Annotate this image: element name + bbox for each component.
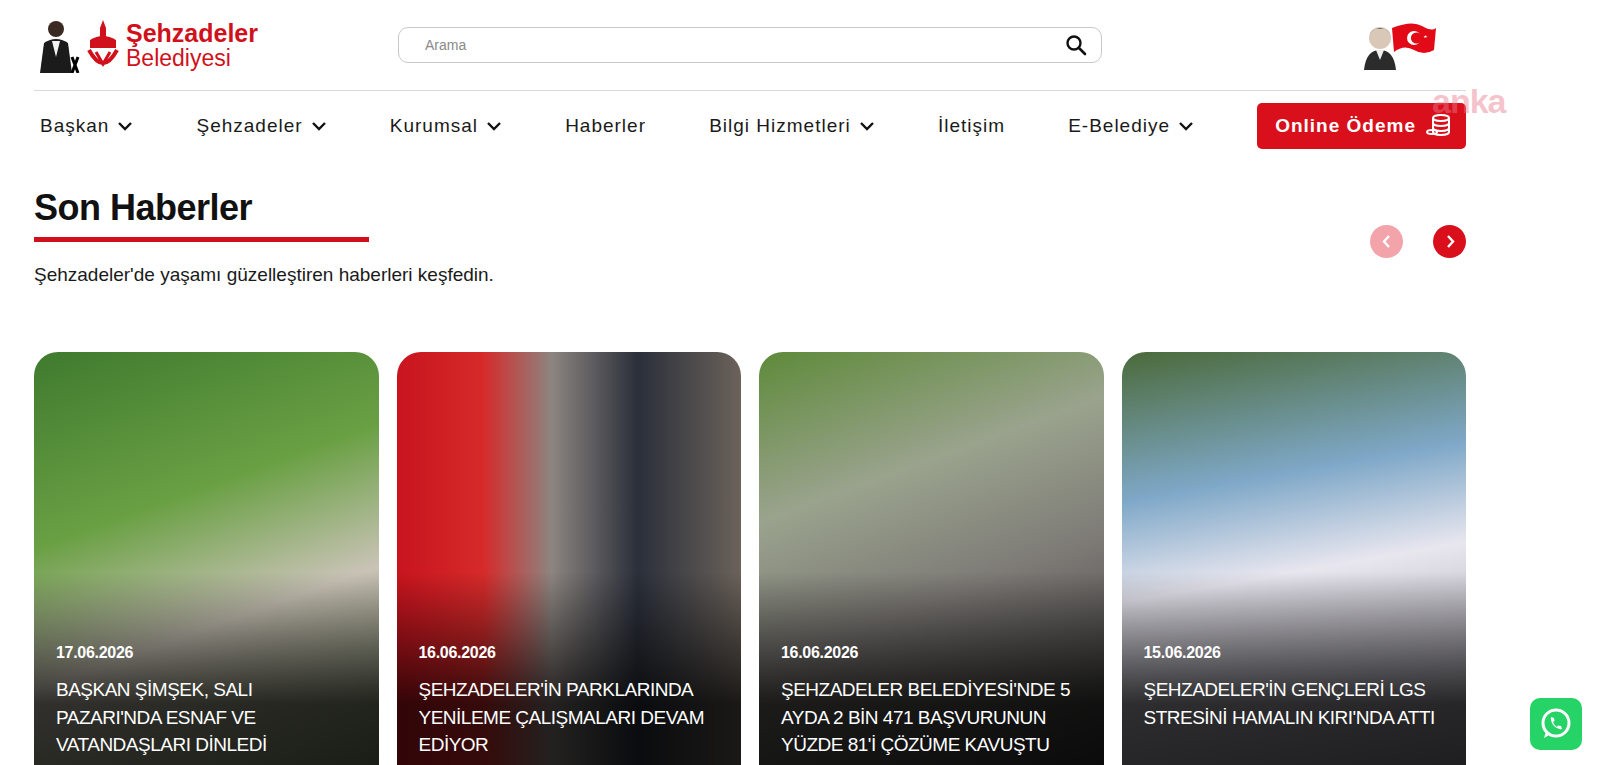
nav-item[interactable]: E-Belediye: [1068, 115, 1194, 137]
chevron-down-icon: [486, 120, 502, 132]
news-card-body: 16.06.2026 ŞEHZADELER'İN PARKLARINDA YENİ…: [397, 352, 742, 759]
nav-item[interactable]: Şehzadeler: [197, 115, 327, 137]
news-subtitle: Şehzadeler'de yaşamı güzelleştiren haber…: [34, 264, 494, 286]
flag-area: [1166, 20, 1466, 70]
chevron-down-icon: [117, 120, 133, 132]
news-heading-group: Son Haberler Şehzadeler'de yaşamı güzelle…: [34, 187, 494, 286]
logo-text: ŞehzadelerBelediyesi: [126, 20, 258, 70]
news-card-title: ŞEHZADELER BELEDİYESİ'NDE 5 AYDA 2 BİN 4…: [781, 676, 1084, 759]
news-card[interactable]: 16.06.2026 ŞEHZADELER'İN PARKLARINDA YENİ…: [397, 352, 742, 765]
news-card-body: 15.06.2026 ŞEHZADELER'İN GENÇLERİ LGS STR…: [1122, 352, 1467, 731]
news-date: 16.06.2026: [419, 644, 722, 662]
carousel-controls: [1370, 225, 1466, 258]
nav-item[interactable]: Başkan: [40, 115, 133, 137]
coins-icon: [1426, 113, 1452, 139]
news-card-title: ŞEHZADELER'İN GENÇLERİ LGS STRESİNİ HAMA…: [1144, 676, 1447, 731]
page-container: ŞehzadelerBelediyesiBaşkanŞehzadelerKuru…: [34, 0, 1466, 765]
nav-label: Haberler: [565, 115, 646, 137]
nav-label: Kurumsal: [390, 115, 478, 137]
nav-item[interactable]: İletişim: [938, 115, 1005, 137]
news-date: 15.06.2026: [1144, 644, 1447, 662]
online-payment-button[interactable]: Online Ödeme: [1257, 103, 1466, 149]
site-logo[interactable]: ŞehzadelerBelediyesi: [34, 17, 334, 73]
mayor-figure-icon: [34, 17, 82, 73]
payment-label: Online Ödeme: [1275, 115, 1416, 137]
nav-label: Başkan: [40, 115, 109, 137]
municipality-emblem-icon: [86, 18, 120, 72]
logo-subtitle: Belediyesi: [126, 46, 258, 70]
nav-label: İletişim: [938, 115, 1005, 137]
logo-title: Şehzadeler: [126, 20, 258, 46]
news-card-title: BAŞKAN ŞİMŞEK, SALI PAZARI'NDA ESNAF VE …: [56, 676, 359, 759]
next-button[interactable]: [1433, 225, 1466, 258]
watermark-text: anka: [1432, 82, 1506, 121]
news-header: Son Haberler Şehzadeler'de yaşamı güzelle…: [34, 187, 1466, 286]
nav-item[interactable]: Bilgi Hizmetleri: [709, 115, 875, 137]
news-date: 16.06.2026: [781, 644, 1084, 662]
nav-label: Şehzadeler: [197, 115, 303, 137]
nav-item[interactable]: Kurumsal: [390, 115, 502, 137]
chevron-right-icon: [1441, 232, 1459, 251]
news-date: 17.06.2026: [56, 644, 359, 662]
nav-label: Bilgi Hizmetleri: [709, 115, 851, 137]
news-card-title: ŞEHZADELER'İN PARKLARINDA YENİLEME ÇALIŞ…: [419, 676, 722, 759]
search-icon[interactable]: [1065, 34, 1087, 56]
news-card-body: 17.06.2026 BAŞKAN ŞİMŞEK, SALI PAZARI'NDA…: [34, 352, 379, 759]
main-nav: Başkan Şehzadeler Kurumsal Haberler Bilgi Hi…: [34, 91, 1466, 161]
nav-label: E-Belediye: [1068, 115, 1170, 137]
search-bar: [398, 27, 1102, 63]
site-header: ŞehzadelerBelediyesi: [34, 0, 1466, 91]
nav-item[interactable]: Haberler: [565, 115, 646, 137]
prev-button[interactable]: [1370, 225, 1403, 258]
news-card[interactable]: 16.06.2026 ŞEHZADELER BELEDİYESİ'NDE 5 AY…: [759, 352, 1104, 765]
news-title: Son Haberler: [34, 187, 369, 242]
news-card[interactable]: 15.06.2026 ŞEHZADELER'İN GENÇLERİ LGS STR…: [1122, 352, 1467, 765]
chevron-down-icon: [1178, 120, 1194, 132]
news-card[interactable]: 17.06.2026 BAŞKAN ŞİMŞEK, SALI PAZARI'NDA…: [34, 352, 379, 765]
search-input[interactable]: [423, 36, 1065, 54]
chevron-down-icon: [859, 120, 875, 132]
whatsapp-icon: [1538, 706, 1574, 742]
whatsapp-button[interactable]: [1530, 698, 1582, 750]
chevron-down-icon: [311, 120, 327, 132]
ataturk-flag-icon: [1362, 20, 1438, 70]
chevron-left-icon: [1378, 232, 1396, 251]
news-carousel: 17.06.2026 BAŞKAN ŞİMŞEK, SALI PAZARI'NDA…: [34, 352, 1466, 765]
news-card-body: 16.06.2026 ŞEHZADELER BELEDİYESİ'NDE 5 AY…: [759, 352, 1104, 759]
